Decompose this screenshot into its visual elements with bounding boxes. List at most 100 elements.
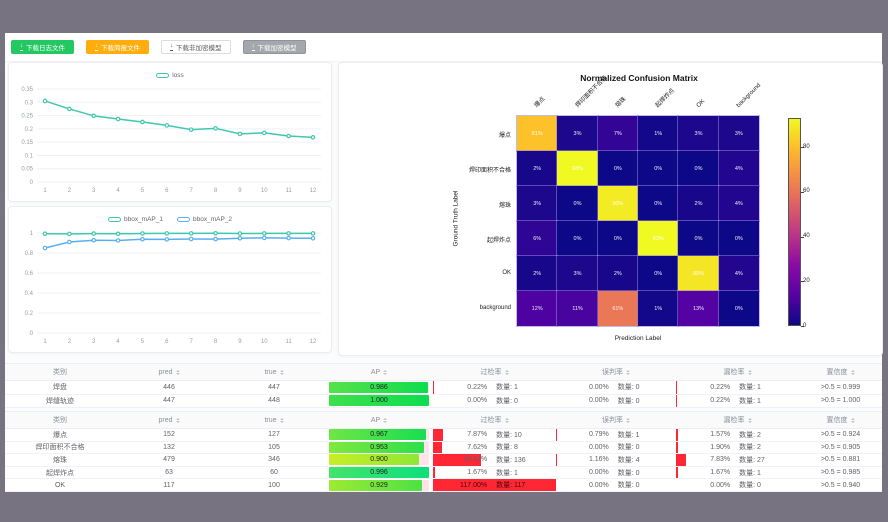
download-report-button[interactable]: ↓下载简报文件 [86,40,149,54]
metrics-table-1: 类别predtrueAP过检率误判率漏检率置信度焊盘4464470.9860.2… [5,363,882,408]
confidence-cell: >0.5 = 0.905 [799,442,882,454]
colorbar-tick-label: 0 [803,323,806,329]
download-unencrypted-model-button[interactable]: ↓下载非加密模型 [161,40,231,54]
matrix-row-label: 熔珠 [381,200,511,209]
misjudge-rate-cell: 0.00%数量: 0 [556,467,676,479]
svg-text:0.15: 0.15 [21,140,33,146]
button-label: 下载非加密模型 [176,42,222,52]
legend-item-loss[interactable]: loss [156,72,184,79]
svg-text:1: 1 [43,339,47,345]
column-header-漏检率[interactable]: 漏检率 [676,412,799,428]
matrix-cell: 3% [678,116,718,151]
matrix-cell: 0% [678,221,718,256]
loss-chart-card: loss 00.050.10.150.20.250.30.35123456789… [8,62,332,202]
svg-text:11: 11 [286,339,293,345]
svg-text:10: 10 [261,188,268,194]
column-header-true[interactable]: true [223,412,325,428]
table-row: 焊缝轨迹4474481.0000.00%数量: 00.00%数量: 00.22%… [5,395,882,409]
svg-text:3: 3 [92,339,96,345]
misjudge-rate-cell: 0.00%数量: 0 [556,381,676,394]
cls-cell: 爆点 [5,429,115,441]
sort-carets-icon[interactable] [176,370,180,375]
column-header-AP[interactable]: AP [325,412,433,428]
sort-carets-icon[interactable] [505,418,509,423]
sort-carets-icon[interactable] [626,370,630,375]
matrix-cell: 0% [719,291,759,326]
sort-carets-icon[interactable] [383,370,387,375]
svg-text:12: 12 [310,339,317,345]
confusion-matrix-heatmap: 81%3%7%1%3%3%2%93%0%0%0%4%3%0%90%0%2%4%6… [517,116,759,326]
button-label: 下载简报文件 [101,42,140,52]
column-header-pred[interactable]: pred [115,412,223,428]
misjudge-rate-cell: 0.00%数量: 0 [556,395,676,408]
sort-carets-icon[interactable] [748,418,752,423]
svg-text:1: 1 [43,188,47,194]
over-detection-rate-cell: 0.22%数量: 1 [433,381,556,394]
sort-carets-icon[interactable] [280,370,284,375]
metrics-tables: 类别predtrueAP过检率误判率漏检率置信度焊盘4464470.9860.2… [5,363,882,495]
matrix-row-label: 焊印面积不合格 [381,165,511,174]
miss-rate-cell: 1.67%数量: 1 [676,467,799,479]
pred-cell: 447 [115,395,223,408]
matrix-cell: 4% [719,186,759,221]
column-header-误判率[interactable]: 误判率 [556,364,676,380]
matrix-row-label: OK [381,270,511,276]
cls-cell: 焊缝轨迹 [5,395,115,408]
column-header-漏检率[interactable]: 漏检率 [676,364,799,380]
svg-text:0.1: 0.1 [25,153,34,159]
sort-carets-icon[interactable] [626,418,630,423]
svg-text:9: 9 [238,339,242,345]
download-log-button[interactable]: ↓下载日志文件 [11,40,74,54]
metrics-table-2: 类别predtrueAP过检率误判率漏检率置信度爆点1521270.9677.8… [5,411,882,492]
sort-carets-icon[interactable] [383,418,387,423]
sort-carets-icon[interactable] [505,370,509,375]
matrix-cell: 0% [719,221,759,256]
sort-carets-icon[interactable] [748,370,752,375]
legend-item-bbox_mAP_1[interactable]: bbox_mAP_1 [108,216,163,223]
matrix-column-label: background [736,83,762,109]
legend-line-icon [156,73,169,78]
matrix-cell: 93% [557,151,597,186]
confusion-matrix-card: Normalized Confusion Matrix 81%3%7%1%3%3… [338,62,883,356]
svg-text:12: 12 [310,188,317,194]
column-header-AP[interactable]: AP [325,364,433,380]
over-detection-rate-cell: 7.62%数量: 8 [433,442,556,454]
pred-cell: 479 [115,454,223,466]
ap-cell: 0.986 [325,381,433,394]
column-header-置信度[interactable]: 置信度 [799,412,882,428]
matrix-cell: 89% [678,256,718,291]
toolbar: ↓下载日志文件↓下载简报文件↓下载非加密模型↓下载加密模型 [5,33,882,62]
matrix-row-label: 爆点 [381,130,511,139]
svg-text:0: 0 [30,180,34,186]
column-header-误判率[interactable]: 误判率 [556,412,676,428]
sort-carets-icon[interactable] [176,418,180,423]
sort-carets-icon[interactable] [280,418,284,423]
matrix-cell: 2% [517,256,557,291]
matrix-cell: 0% [557,186,597,221]
matrix-cell: 0% [598,221,638,256]
column-header-true[interactable]: true [223,364,325,380]
download-icon: ↓ [20,43,23,51]
miss-rate-cell: 0.00%数量: 0 [676,479,799,491]
column-header-过检率[interactable]: 过检率 [433,412,556,428]
sort-carets-icon[interactable] [851,370,855,375]
svg-text:0: 0 [30,331,34,337]
sort-carets-icon[interactable] [851,418,855,423]
true-cell: 60 [223,467,325,479]
table-row: OK1171000.929117.00%数量: 1170.00%数量: 00.0… [5,479,882,492]
legend-item-bbox_mAP_2[interactable]: bbox_mAP_2 [177,216,232,223]
svg-text:8: 8 [214,188,218,194]
over-detection-rate-cell: 39.42%数量: 136 [433,454,556,466]
confidence-cell: >0.5 = 0.924 [799,429,882,441]
true-cell: 100 [223,479,325,491]
column-header-过检率[interactable]: 过检率 [433,364,556,380]
map-chart-card: bbox_mAP_1bbox_mAP_2 00.20.40.60.8112345… [8,206,332,353]
over-detection-rate-cell: 7.87%数量: 10 [433,429,556,441]
matrix-cell: 81% [517,116,557,151]
matrix-column-label: 起焊炸点 [653,86,676,109]
column-header-置信度[interactable]: 置信度 [799,364,882,380]
column-header-pred[interactable]: pred [115,364,223,380]
download-encrypted-model-button[interactable]: ↓下载加密模型 [243,40,306,54]
svg-text:7: 7 [190,188,194,194]
loss-chart-legend: loss [9,67,331,83]
